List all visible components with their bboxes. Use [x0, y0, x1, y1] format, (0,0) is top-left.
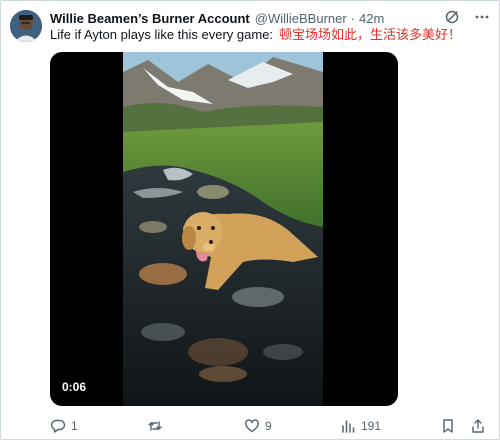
reply-icon — [50, 418, 66, 434]
retweet-icon — [147, 418, 163, 434]
like-button[interactable]: 9 — [244, 418, 272, 434]
share-button[interactable] — [470, 418, 486, 434]
user-handle[interactable]: @WillieBBurner — [255, 11, 347, 26]
video-frame — [123, 52, 323, 406]
share-icon — [470, 418, 486, 434]
bookmark-icon — [440, 418, 456, 434]
reply-button[interactable]: 1 — [50, 418, 78, 434]
video-player[interactable]: 0:06 — [50, 52, 398, 406]
retweet-button[interactable] — [147, 418, 168, 434]
like-count: 9 — [265, 419, 272, 433]
tweet-text-chinese: 顿宝场场如此，生活该多美好！ — [279, 27, 462, 42]
reply-count: 1 — [71, 419, 78, 433]
grok-icon[interactable] — [444, 9, 460, 25]
views-icon — [340, 418, 356, 434]
header-actions — [444, 9, 490, 25]
views-button[interactable]: 191 — [340, 418, 381, 434]
tweet-actions: 1 9 191 — [50, 416, 490, 436]
display-name[interactable]: Willie Beamen’s Burner Account — [50, 11, 250, 26]
avatar[interactable] — [10, 10, 42, 42]
tweet-text-english: Life if Ayton plays like this every game… — [50, 27, 274, 42]
tweet-text: Life if Ayton plays like this every game… — [50, 27, 490, 43]
bookmark-button[interactable] — [440, 418, 456, 434]
separator-dot: · — [350, 10, 356, 26]
video-duration: 0:06 — [62, 380, 87, 394]
tweet-header: Willie Beamen’s Burner Account @WillieBB… — [50, 9, 450, 27]
more-icon[interactable] — [474, 9, 490, 25]
post-time[interactable]: 42m — [359, 11, 384, 26]
views-count: 191 — [361, 419, 382, 433]
heart-icon — [244, 418, 260, 434]
